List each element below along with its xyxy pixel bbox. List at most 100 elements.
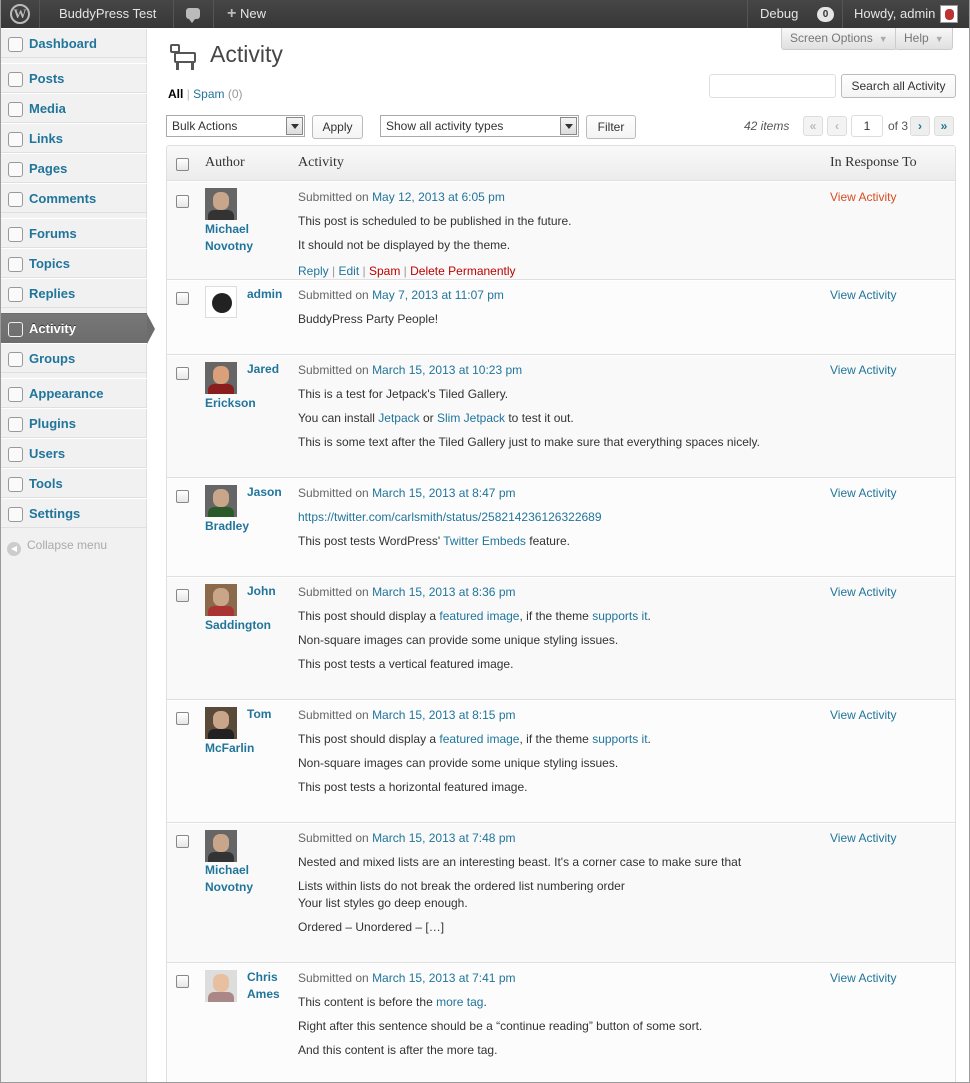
view-activity-link[interactable]: View Activity [830,190,896,204]
sidebar-item-settings[interactable]: Settings [1,498,147,528]
prev-page-button[interactable]: ‹ [827,116,847,136]
bulk-actions-select[interactable]: Bulk Actions [166,115,305,137]
row-checkbox[interactable] [176,367,189,380]
avatar [205,970,237,1002]
row-checkbox[interactable] [176,975,189,988]
screen-options-button[interactable]: Screen Options ▼ [781,28,897,50]
edit-link[interactable]: Edit [338,264,359,278]
row-checkbox[interactable] [176,490,189,503]
supports-it-link[interactable]: supports it [592,732,647,746]
first-page-button[interactable]: « [803,116,823,136]
twitter-embeds-link[interactable]: Twitter Embeds [443,534,526,548]
filter-spam-link[interactable]: Spam [193,87,224,101]
avatar [205,584,237,616]
sidebar-item-activity[interactable]: Activity [1,313,155,344]
help-button[interactable]: Help ▼ [895,28,953,50]
activity-type-select[interactable]: Show all activity types [380,115,579,137]
user-avatar[interactable] [940,5,958,23]
view-activity-link[interactable]: View Activity [830,585,896,599]
sidebar-item-replies[interactable]: Replies [1,278,147,308]
sidebar-item-links[interactable]: Links [1,123,147,153]
activity-date-link[interactable]: March 15, 2013 at 8:36 pm [372,585,515,599]
submitted-meta: Submitted on May 12, 2013 at 6:05 pm [298,190,505,204]
supports-it-link[interactable]: supports it [592,609,647,623]
author-link[interactable]: Michael Novotny [205,862,295,896]
activity-text: This post should display a featured imag… [298,732,651,746]
column-response[interactable]: In Response To [830,155,917,171]
chevron-down-icon [286,117,303,135]
activity-date-link[interactable]: March 15, 2013 at 8:47 pm [372,486,515,500]
filter-all-link[interactable]: All [168,87,183,101]
more-tag-link[interactable]: more tag [436,995,483,1009]
select-all-checkbox[interactable] [176,158,189,171]
twitter-status-link[interactable]: https://twitter.com/carlsmith/status/258… [298,510,602,524]
row-checkbox[interactable] [176,292,189,305]
view-activity-link[interactable]: View Activity [830,831,896,845]
column-activity[interactable]: Activity [298,155,344,171]
activity-date-link[interactable]: March 15, 2013 at 7:48 pm [372,831,515,845]
sidebar-item-dashboard[interactable]: Dashboard [1,28,147,58]
activity-date-link[interactable]: May 12, 2013 at 6:05 pm [372,190,505,204]
featured-image-link[interactable]: featured image [439,732,519,746]
submitted-meta: Submitted on March 15, 2013 at 8:47 pm [298,486,516,500]
activity-text: Ordered – Unordered – […] [298,920,445,934]
jetpack-link[interactable]: Jetpack [378,411,419,425]
topics-icon [8,257,23,272]
view-activity-link[interactable]: View Activity [830,708,896,722]
sidebar-item-topics[interactable]: Topics [1,248,147,278]
filter-button[interactable]: Filter [586,115,636,139]
author-link[interactable]: Bradley [205,518,295,535]
site-name-link[interactable]: BuddyPress Test [49,0,166,28]
table-row: Tom McFarlin Submitted on March 15, 2013… [167,701,955,823]
activity-text: Non-square images can provide some uniqu… [298,756,619,770]
comments-icon[interactable] [186,8,200,23]
activity-date-link[interactable]: May 7, 2013 at 11:07 pm [372,288,504,302]
sidebar-item-tools[interactable]: Tools [1,468,147,498]
reply-link[interactable]: Reply [298,264,329,278]
sidebar-item-posts[interactable]: Posts [1,63,147,93]
apply-button[interactable]: Apply [312,115,363,139]
sidebar-item-comments[interactable]: Comments [1,183,147,213]
view-activity-link[interactable]: View Activity [830,486,896,500]
sidebar-item-users[interactable]: Users [1,438,147,468]
new-content-button[interactable]: + New [217,0,276,28]
sidebar-item-appearance[interactable]: Appearance [1,378,147,408]
author-link[interactable]: Michael Novotny [205,221,295,255]
next-page-button[interactable]: › [910,116,930,136]
activity-text: This post tests WordPress' Twitter Embed… [298,534,570,548]
howdy-user-menu[interactable]: Howdy, admin [844,0,945,28]
current-page-input[interactable]: 1 [851,115,883,137]
author-link[interactable]: Erickson [205,395,295,412]
wordpress-logo-icon[interactable]: W [10,4,30,24]
activity-date-link[interactable]: March 15, 2013 at 8:15 pm [372,708,515,722]
row-checkbox[interactable] [176,589,189,602]
delete-permanently-link[interactable]: Delete Permanently [410,264,515,278]
row-checkbox[interactable] [176,835,189,848]
sidebar-item-pages[interactable]: Pages [1,153,147,183]
column-author[interactable]: Author [205,155,245,171]
sidebar-item-groups[interactable]: Groups [1,343,147,373]
activity-date-link[interactable]: March 15, 2013 at 7:41 pm [372,971,515,985]
debug-button[interactable]: Debug [750,0,808,28]
view-activity-link[interactable]: View Activity [830,363,896,377]
search-input[interactable] [709,74,836,98]
search-all-activity-button[interactable]: Search all Activity [841,74,956,98]
activity-text: This content is before the more tag. [298,995,487,1009]
slim-jetpack-link[interactable]: Slim Jetpack [437,411,505,425]
sidebar-item-plugins[interactable]: Plugins [1,408,147,438]
author-link[interactable]: McFarlin [205,740,295,757]
row-checkbox[interactable] [176,195,189,208]
media-icon [8,102,23,117]
featured-image-link[interactable]: featured image [439,609,519,623]
author-link[interactable]: Saddington [205,617,295,634]
row-checkbox[interactable] [176,712,189,725]
last-page-button[interactable]: » [934,116,954,136]
view-activity-link[interactable]: View Activity [830,288,896,302]
activity-date-link[interactable]: March 15, 2013 at 10:23 pm [372,363,522,377]
view-activity-link[interactable]: View Activity [830,971,896,985]
spam-link[interactable]: Spam [369,264,400,278]
collapse-menu-button[interactable]: ◀ Collapse menu [7,538,107,556]
sidebar-item-forums[interactable]: Forums [1,218,147,248]
avatar [205,362,237,394]
sidebar-item-media[interactable]: Media [1,93,147,123]
